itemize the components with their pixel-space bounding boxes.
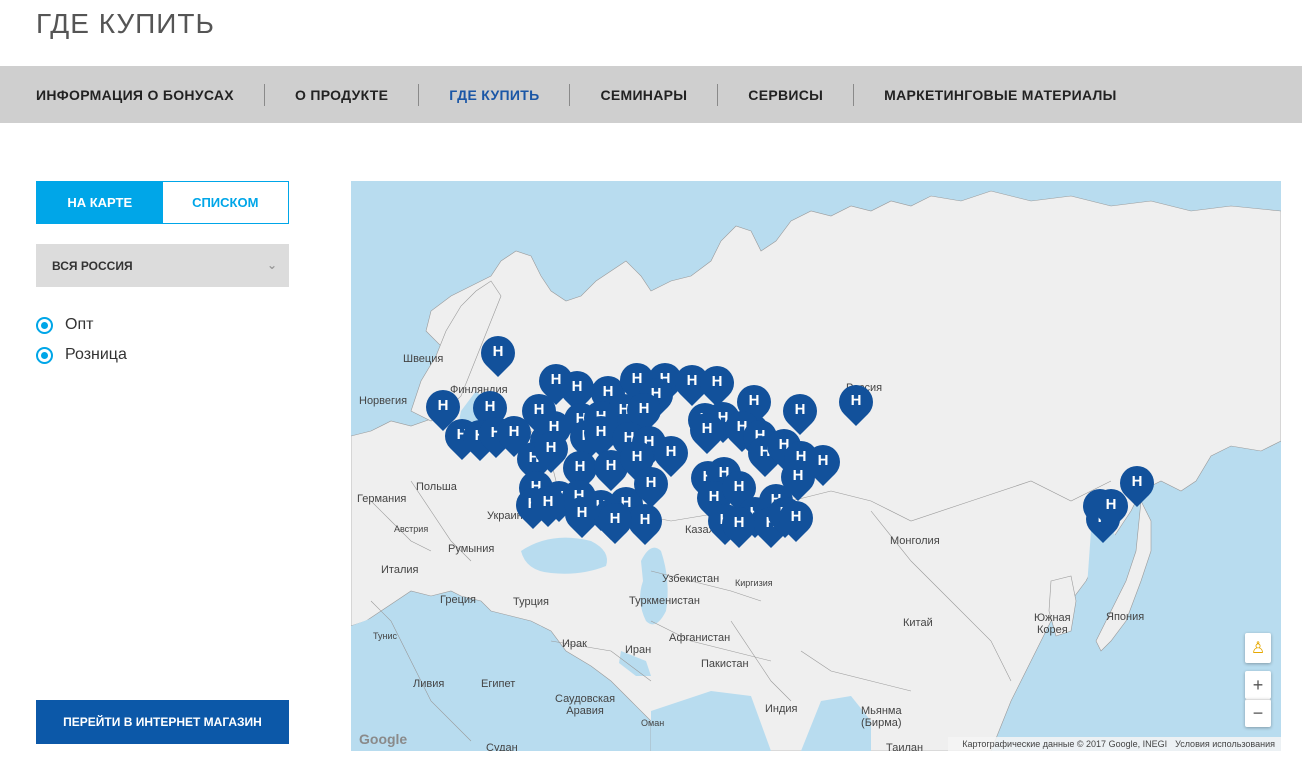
map-label-germany: Германия <box>357 493 407 505</box>
store-marker-pin[interactable]: H <box>714 499 764 551</box>
store-marker-pin[interactable]: H <box>682 405 732 457</box>
store-marker-pin[interactable]: H <box>523 478 573 530</box>
map-label-saudi-arabia: Саудовская Аравия <box>555 693 616 717</box>
map-label-thailand: Таилан <box>886 742 924 751</box>
view-toggle: НА КАРТЕ СПИСКОМ <box>36 181 289 224</box>
map-label-greece: Греция <box>440 594 476 606</box>
map-label-china: Китай <box>903 617 933 629</box>
nav-separator <box>263 83 265 106</box>
nav-separator <box>717 83 719 106</box>
store-marker-pin[interactable]: H <box>831 377 881 429</box>
pin-letter: H <box>508 423 520 440</box>
pin-letter: H <box>574 458 586 475</box>
pin-letter: H <box>792 467 804 484</box>
map-label-poland: Польша <box>416 481 457 493</box>
chevron-down-icon: ⌄ <box>266 258 277 272</box>
page-title: ГДЕ КУПИТЬ <box>36 8 215 39</box>
map-label-iraq: Ирак <box>562 638 587 650</box>
pin-letter: H <box>733 478 745 495</box>
nav-item-marketing-materials[interactable]: МАРКЕТИНГОВЫЕ МАТЕРИАЛЫ <box>884 66 1116 123</box>
map-label-norway: Норвегия <box>359 395 408 407</box>
pin-letter: H <box>492 343 504 360</box>
nav-item-about-product[interactable]: О ПРОДУКТЕ <box>295 66 388 123</box>
map-terms-link[interactable]: Условия использования <box>1175 739 1275 749</box>
map-view-button[interactable]: НА КАРТЕ <box>37 182 163 223</box>
pin-letter: H <box>701 420 713 437</box>
pin-letter: H <box>437 397 449 414</box>
pin-letter: H <box>571 378 583 395</box>
map-attribution: Картографические данные © 2017 Google, I… <box>948 737 1281 751</box>
map-label-uzbekistan: Узбекистан <box>662 573 720 585</box>
pin-letter: H <box>542 493 554 510</box>
map-label-turkmenistan: Туркменистан <box>629 595 700 607</box>
filter-label: Опт <box>65 316 94 333</box>
pin-letter: H <box>638 400 650 417</box>
map-label-romania: Румыния <box>448 543 495 555</box>
pin-letter: H <box>1131 473 1143 490</box>
zoom-out-button[interactable]: − <box>1245 699 1271 727</box>
filter-wholesale[interactable]: Опт <box>36 316 93 334</box>
store-marker-pin[interactable]: H <box>473 328 523 380</box>
pin-letter: H <box>484 398 496 415</box>
store-marker-pin[interactable]: H <box>590 495 640 547</box>
map-label-south-korea: Южная Корея <box>1034 612 1071 636</box>
pin-letter: H <box>790 508 802 525</box>
store-marker-pin[interactable]: H <box>771 493 821 545</box>
map-attribution-text: Картографические данные © 2017 Google, I… <box>962 739 1168 749</box>
pin-letter: H <box>639 511 651 528</box>
google-logo: Google <box>359 731 408 747</box>
store-marker-pin[interactable]: H <box>1112 458 1162 510</box>
pin-letter: H <box>665 443 677 460</box>
map-label-india: Индия <box>765 703 798 715</box>
map-label-myanmar: Мьянма (Бирма) <box>861 705 902 729</box>
pin-letter: H <box>733 514 745 531</box>
map-label-austria: Австрия <box>394 524 429 534</box>
radio-icon <box>36 316 53 334</box>
map-label-kyrgyzstan: Киргизия <box>735 578 773 588</box>
nav-separator <box>418 83 420 106</box>
store-marker-pin[interactable]: H <box>620 496 670 548</box>
map-label-afghanistan: Афганистан <box>669 632 731 644</box>
pin-letter: H <box>794 401 806 418</box>
nav-separator <box>853 83 855 106</box>
map-label-oman: Оман <box>641 718 665 728</box>
map-label-tunisia: Тунис <box>373 631 397 641</box>
online-shop-button[interactable]: ПЕРЕЙТИ В ИНТЕРНЕТ МАГАЗИН <box>36 700 289 744</box>
main-nav: ИНФОРМАЦИЯ О БОНУСАХ О ПРОДУКТЕ ГДЕ КУПИ… <box>0 66 1302 123</box>
map-label-sudan: Судан <box>486 742 518 751</box>
pin-letter: H <box>748 392 760 409</box>
pegman-icon[interactable]: ♙ <box>1245 633 1271 663</box>
map-label-turkey: Турция <box>513 596 549 608</box>
pin-letter: H <box>645 474 657 491</box>
pin-letter: H <box>609 510 621 527</box>
radio-icon <box>36 346 53 364</box>
region-select-value: ВСЯ РОССИЯ <box>52 258 133 273</box>
map-label-egypt: Египет <box>481 678 516 690</box>
region-select[interactable]: ВСЯ РОССИЯ ⌄ <box>36 244 289 287</box>
nav-item-seminars[interactable]: СЕМИНАРЫ <box>600 66 687 123</box>
nav-item-bonus-info[interactable]: ИНФОРМАЦИЯ О БОНУСАХ <box>36 66 234 123</box>
nav-item-where-to-buy[interactable]: ГДЕ КУПИТЬ <box>449 66 539 123</box>
map-label-mongolia: Монголия <box>890 535 940 547</box>
zoom-in-button[interactable]: + <box>1245 671 1271 699</box>
filter-label: Розница <box>65 346 127 363</box>
nav-item-services[interactable]: СЕРВИСЫ <box>748 66 823 123</box>
map-label-sweden: Швеция <box>403 353 444 365</box>
map-label-italy: Италия <box>381 564 419 576</box>
map-label-iran: Иран <box>625 644 652 656</box>
list-view-button[interactable]: СПИСКОМ <box>162 182 288 223</box>
map-label-libya: Ливия <box>413 678 445 690</box>
map-canvas[interactable]: Россия Швеция Финляндия Норвегия Германи… <box>351 181 1281 751</box>
pin-letter: H <box>711 373 723 390</box>
map-label-japan: Япония <box>1106 611 1145 623</box>
map-label-pakistan: Пакистан <box>701 658 749 670</box>
pin-letter: H <box>850 392 862 409</box>
pin-letter: H <box>631 448 643 465</box>
nav-separator <box>569 83 571 106</box>
filter-retail[interactable]: Розница <box>36 346 127 364</box>
